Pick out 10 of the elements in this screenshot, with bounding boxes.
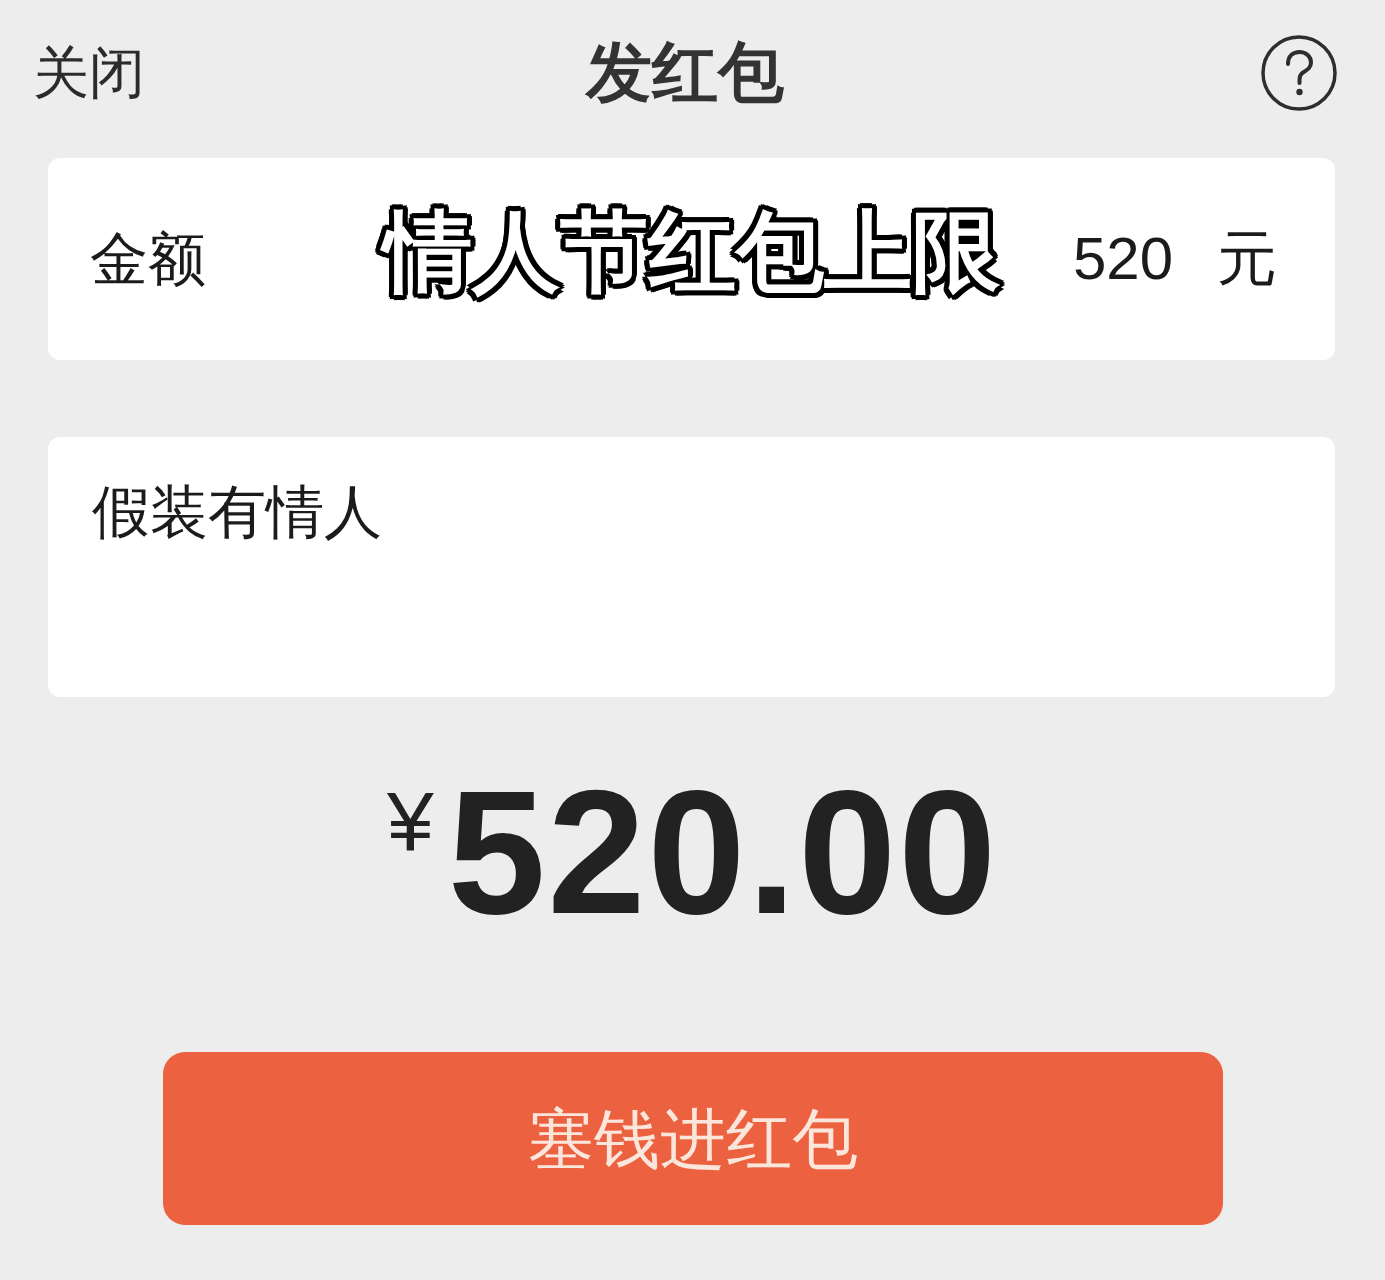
unit-label: 元 [1217,224,1277,294]
currency-symbol: ¥ [387,779,434,863]
close-button[interactable]: 关闭 [33,38,145,107]
total-amount: 520.00 [447,777,998,929]
amount-input[interactable]: 520 [1062,223,1173,295]
amount-label: 金额 [90,225,206,294]
caption-text: 情人节红包上限 [373,193,1010,311]
page-title: 发红包 [586,33,784,111]
help-icon[interactable] [1261,34,1337,111]
message-field[interactable]: 假装有情人 [48,437,1335,697]
